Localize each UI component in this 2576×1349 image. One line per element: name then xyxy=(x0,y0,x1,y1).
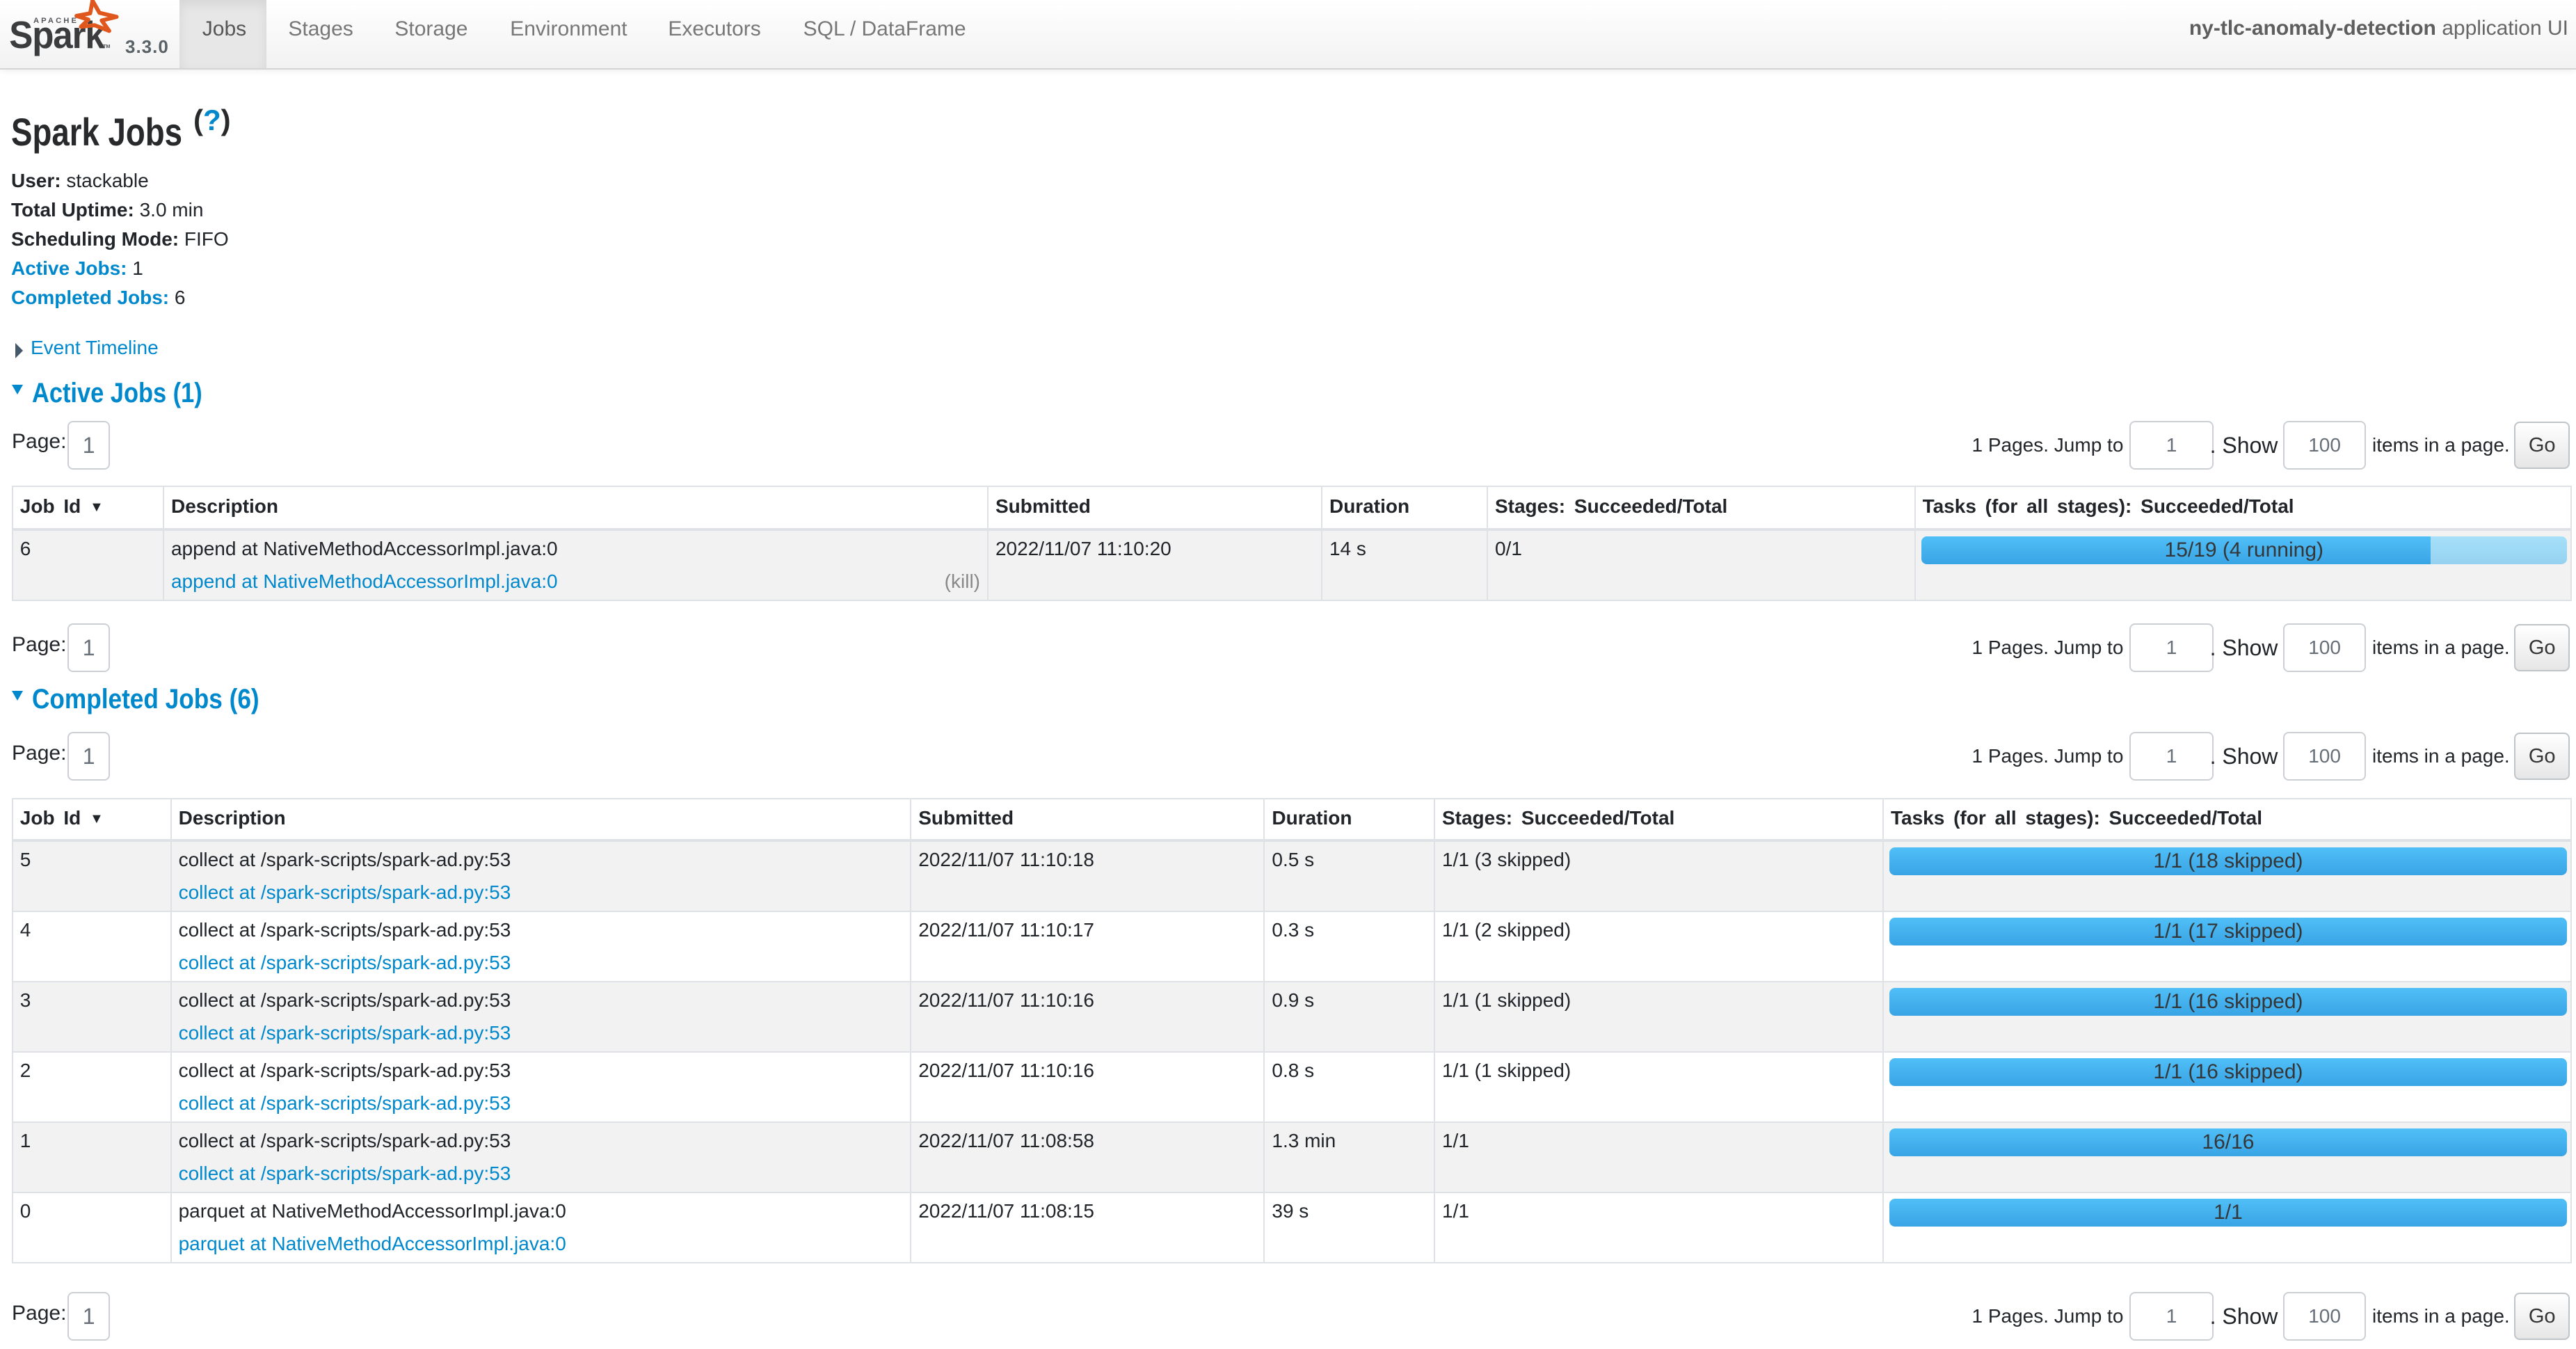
svg-text:TM: TM xyxy=(103,43,110,49)
svg-text:Spark: Spark xyxy=(9,14,105,56)
